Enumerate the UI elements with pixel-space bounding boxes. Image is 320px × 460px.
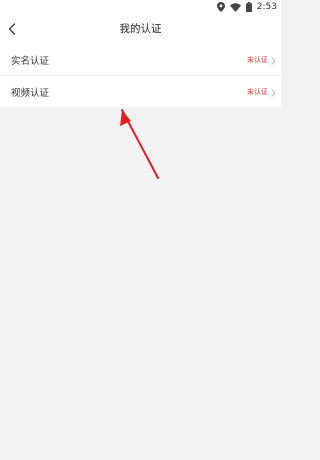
chevron-right-icon [271,82,276,101]
list-item-label: 实名认证 [11,55,50,67]
list-item-right: 未认证 [247,50,276,69]
location-icon [216,2,225,12]
chevron-right-icon [271,50,276,69]
header: 我的认证 [0,14,281,44]
verification-list: 实名认证 未认证 视频认证 未认证 [0,44,281,107]
list-item-label: 视频认证 [11,87,50,99]
status-bar: 2:53 [0,0,281,14]
list-item-right: 未认证 [247,82,276,101]
status-badge: 未认证 [247,87,268,96]
status-icons: 2:53 [216,1,277,13]
status-badge: 未认证 [247,55,268,64]
wifi-icon [229,2,241,12]
status-time: 2:53 [256,2,277,12]
page-title: 我的认证 [119,23,162,35]
list-item-real-name-verification[interactable]: 实名认证 未认证 [0,44,281,75]
red-arrow-icon [110,100,170,186]
battery-icon [245,2,252,12]
